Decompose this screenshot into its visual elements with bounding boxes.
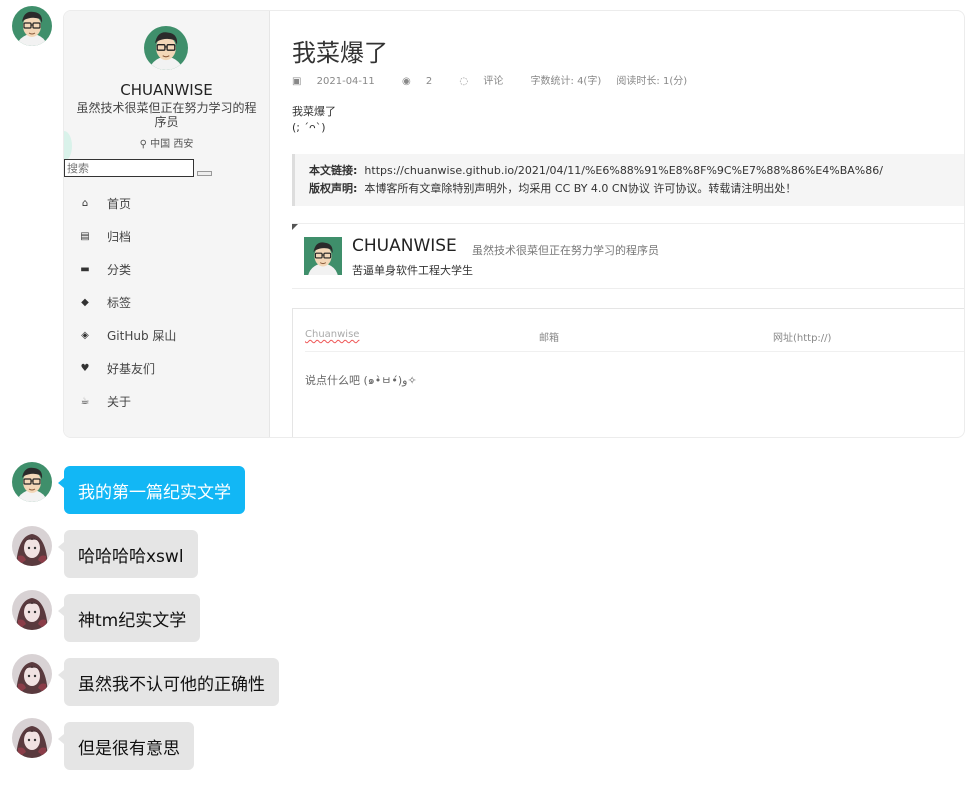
sender-avatar[interactable] — [12, 6, 52, 46]
license-label: 版权声明: — [309, 182, 358, 195]
friend-avatar[interactable] — [12, 718, 52, 758]
post-title: 我菜爆了 — [292, 39, 388, 67]
nav-item-friends[interactable]: ♥ 好基友们 — [79, 352, 176, 385]
comment-divider — [305, 351, 964, 352]
chat-message-bubble[interactable]: 虽然我不认可他的正确性 — [58, 658, 279, 706]
user-avatar-icon — [12, 718, 52, 758]
nav-item-home[interactable]: ⌂ 首页 — [79, 187, 176, 220]
comment-icon: ◌ — [459, 76, 472, 87]
copyright-box: 本文链接: https://chuanwise.github.io/2021/0… — [292, 154, 964, 206]
blog-author-description: 虽然技术很菜但正在努力学习的程序员 — [76, 101, 257, 129]
friend-avatar[interactable] — [12, 526, 52, 566]
nav-item-label: 分类 — [107, 263, 132, 277]
license-text: 本博客所有文章除特别声明外，均采用 CC BY 4.0 CN协议 许可协议。转载… — [364, 182, 797, 195]
coffee-icon: ☕ — [80, 396, 90, 407]
blog-sidebar: CHUANWISE 虽然技术很菜但正在努力学习的程序员 ⚲ 中国 西安 ⌂ 首页 … — [64, 11, 270, 437]
post-body-line: 我菜爆了 — [292, 105, 336, 118]
nav-item-tags[interactable]: ◆ 标签 — [79, 286, 176, 319]
nav-item-categories[interactable]: ▬ 分类 — [79, 253, 176, 286]
blog-search-input[interactable] — [64, 159, 194, 177]
user-avatar-icon — [12, 462, 52, 502]
nav-item-github[interactable]: ◈ GitHub 屎山 — [79, 319, 176, 352]
post-meta: ▣ 2021-04-11 ◉ 2 ◌ 评论 字数统计: 4(字) 阅读时长: 1… — [292, 72, 699, 87]
post-body: 我菜爆了 (; ´ᴖ`) — [292, 104, 336, 136]
nav-item-archive[interactable]: ▤ 归档 — [79, 220, 176, 253]
nav-item-label: 好基友们 — [107, 362, 156, 376]
blog-post-area: 我菜爆了 ▣ 2021-04-11 ◉ 2 ◌ 评论 字数统计: 4(字) 阅读… — [270, 11, 964, 437]
tag-icon: ◆ — [81, 297, 89, 308]
post-comments[interactable]: ◌ 评论 — [459, 76, 515, 87]
post-link[interactable]: https://chuanwise.github.io/2021/04/11/%… — [364, 164, 883, 177]
post-views: ◉ 2 — [401, 76, 433, 87]
comment-textarea[interactable]: 说点什么吧 (๑•̀ㅂ•́)و✧ — [305, 371, 417, 389]
friend-avatar[interactable] — [12, 590, 52, 630]
chat-message-bubble[interactable]: 神tm纪实文学 — [57, 594, 201, 642]
nav-item-label: 归档 — [107, 230, 132, 244]
calendar-icon: ▣ — [292, 76, 305, 87]
user-avatar-icon — [12, 526, 52, 566]
comment-website-field[interactable]: 网址(http://) — [773, 329, 831, 344]
nav-item-label: 关于 — [107, 395, 132, 409]
nav-item-label: 标签 — [107, 296, 132, 310]
location-text: 中国 西安 — [150, 139, 194, 150]
author-card-subtitle: 苦逼单身软件工程大学生 — [352, 264, 473, 277]
blog-nav-menu: ⌂ 首页 ▤ 归档 ▬ 分类 ◆ 标签 ◈ GitHub 屎山 ♥ 好基友们 ☕ 关于 — [79, 187, 176, 418]
chat-message-bubble[interactable]: 但是很有意思 — [58, 722, 194, 770]
comment-nick-field[interactable]: Chuanwise — [305, 329, 359, 340]
chat-message-bubble[interactable]: 我的第一篇纪实文学 — [58, 466, 245, 514]
author-avatar-icon — [144, 26, 188, 70]
friend-avatar[interactable] — [12, 654, 52, 694]
heart-icon: ♥ — [80, 363, 90, 374]
author-card-name: CHUANWISE — [352, 236, 457, 256]
blog-author-avatar — [144, 26, 188, 70]
user-avatar-icon — [12, 590, 52, 630]
author-card: CHUANWISE 虽然技术很菜但正在努力学习的程序员 苦逼单身软件工程大学生 — [292, 223, 964, 289]
eye-icon: ◉ — [401, 76, 414, 87]
cube-icon: ◈ — [81, 330, 89, 341]
link-label: 本文链接: — [309, 164, 358, 177]
user-avatar-icon — [12, 6, 52, 46]
post-read-time: 阅读时长: 1(分) — [616, 76, 688, 87]
user-avatar-icon — [12, 654, 52, 694]
comment-email-field[interactable]: 邮箱 — [539, 329, 559, 344]
chat-message-bubble[interactable]: 哈哈哈哈xswl — [58, 530, 198, 578]
nav-item-label: 首页 — [107, 197, 132, 211]
sender-avatar[interactable] — [12, 462, 52, 502]
post-word-count: 字数统计: 4(字) — [530, 76, 602, 87]
comment-form: Chuanwise 邮箱 网址(http://) 说点什么吧 (๑•̀ㅂ•́)و… — [292, 308, 964, 437]
author-avatar-icon — [304, 237, 342, 275]
blog-author-name: CHUANWISE — [120, 81, 213, 99]
archive-icon: ▤ — [80, 231, 90, 242]
author-card-motto: 虽然技术很菜但正在努力学习的程序员 — [472, 244, 659, 257]
blog-search-button[interactable] — [197, 171, 212, 176]
nav-item-label: GitHub 屎山 — [107, 329, 177, 343]
blog-location: ⚲ 中国 西安 — [64, 135, 269, 150]
author-card-avatar — [304, 237, 342, 275]
location-pin-icon: ⚲ — [139, 139, 147, 150]
corner-marker — [292, 224, 298, 230]
blog-screenshot-image[interactable]: CHUANWISE 虽然技术很菜但正在努力学习的程序员 ⚲ 中国 西安 ⌂ 首页 … — [63, 10, 965, 438]
home-icon: ⌂ — [81, 198, 89, 209]
post-date: ▣ 2021-04-11 — [292, 76, 375, 87]
folder-icon: ▬ — [80, 264, 90, 275]
post-body-line: (; ´ᴖ`) — [292, 121, 326, 134]
nav-item-about[interactable]: ☕ 关于 — [79, 385, 176, 418]
